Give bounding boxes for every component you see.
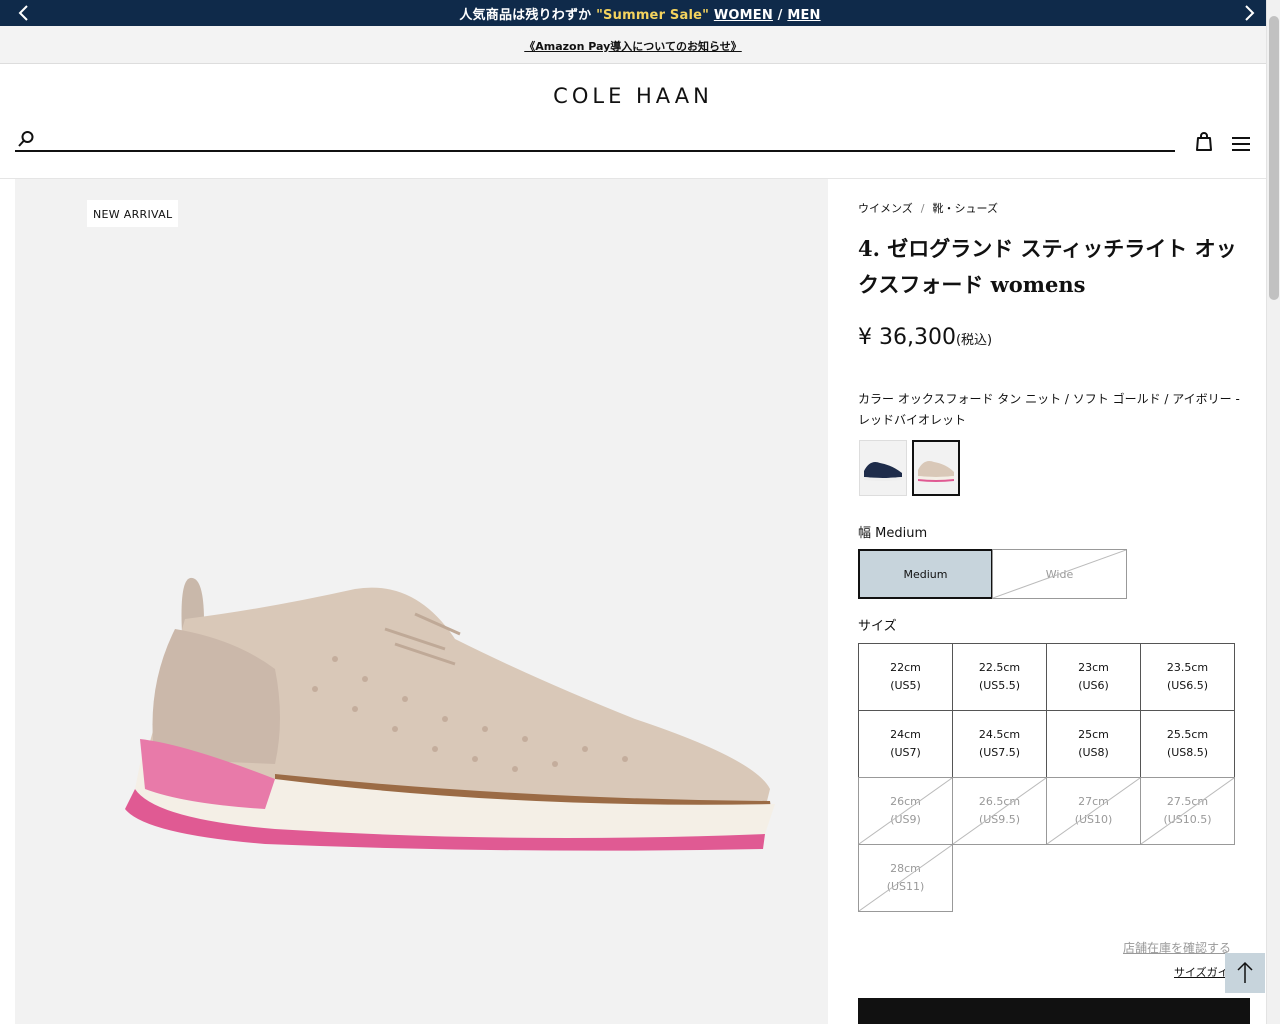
size-cm: 23cm: [1078, 661, 1109, 674]
size-option[interactable]: 24cm (US7): [858, 710, 953, 778]
breadcrumb: ウイメンズ / 靴・シューズ: [858, 200, 998, 216]
size-option[interactable]: 23cm (US6): [1046, 643, 1141, 711]
breadcrumb-separator: /: [920, 202, 925, 215]
page-scrollbar[interactable]: [1266, 0, 1280, 1024]
chevron-right-icon[interactable]: [1239, 3, 1259, 23]
size-us: (US6): [1078, 679, 1109, 692]
size-us: (US5): [890, 679, 921, 692]
size-option[interactable]: 24.5cm (US7.5): [952, 710, 1047, 778]
size-us: (US8.5): [1166, 746, 1209, 759]
arrow-up-icon: [1237, 961, 1253, 983]
size-cm: 26.5cm: [978, 795, 1021, 808]
size-us: (US6.5): [1166, 679, 1209, 692]
add-to-cart-button[interactable]: [858, 998, 1250, 1024]
search-icon[interactable]: [17, 130, 35, 148]
size-us: (US5.5): [978, 679, 1021, 692]
size-cm: 23.5cm: [1166, 661, 1209, 674]
size-option[interactable]: 26cm (US9): [858, 777, 953, 845]
size-option[interactable]: 27cm (US10): [1046, 777, 1141, 845]
width-label: 幅 Medium: [858, 526, 928, 541]
size-option[interactable]: 28cm (US11): [858, 844, 953, 912]
shopping-bag-icon[interactable]: [1195, 132, 1213, 156]
size-us: (US10.5): [1163, 813, 1212, 826]
size-us: (US11): [886, 880, 925, 893]
size-cm: 25.5cm: [1166, 728, 1209, 741]
size-us: (US9.5): [978, 813, 1021, 826]
promo-prefix: 人気商品は残りわずか: [459, 8, 597, 23]
size-option[interactable]: 25cm (US8): [1046, 710, 1141, 778]
new-arrival-badge: NEW ARRIVAL: [87, 200, 179, 227]
promo-text: 人気商品は残りわずか "Summer Sale" WOMEN / MEN: [0, 4, 1280, 23]
size-cm: 25cm: [1078, 728, 1109, 741]
size-us: (US9): [890, 813, 921, 826]
size-label: サイズ: [858, 619, 897, 634]
size-option[interactable]: 22.5cm (US5.5): [952, 643, 1047, 711]
promo-separator: /: [772, 8, 788, 23]
price-value: ¥ 36,300: [858, 325, 956, 350]
size-guide-link[interactable]: サイズガイ: [1174, 964, 1229, 980]
product-image-gallery[interactable]: NEW ARRIVAL: [15, 179, 828, 1024]
size-us: (US8): [1078, 746, 1109, 759]
product-image-shoe[interactable]: [115, 569, 795, 869]
size-option[interactable]: 26.5cm (US9.5): [952, 777, 1047, 845]
product-title: 4. ゼログランド スティッチライト オックスフォード womens: [858, 236, 1237, 297]
back-to-top-button[interactable]: [1225, 953, 1265, 993]
size-option[interactable]: 25.5cm (US8.5): [1140, 710, 1235, 778]
promo-women-link[interactable]: WOMEN: [714, 8, 773, 23]
size-cm: 27cm: [1078, 795, 1109, 808]
width-option-medium[interactable]: Medium: [858, 549, 993, 599]
brand-logo[interactable]: COLE HAAN: [0, 84, 1266, 108]
promo-sale: "Summer Sale": [596, 8, 710, 23]
amazon-pay-notice-link[interactable]: 《Amazon Pay導入についてのお知らせ》: [0, 38, 1266, 54]
product-price: ¥ 36,300(税込): [858, 325, 992, 350]
size-cm: 22cm: [890, 661, 921, 674]
width-option-wide[interactable]: Wide: [992, 549, 1127, 599]
color-swatch-tan[interactable]: [912, 440, 960, 496]
breadcrumb-womens[interactable]: ウイメンズ: [858, 202, 913, 215]
search-input[interactable]: [41, 128, 1161, 150]
breadcrumb-shoes[interactable]: 靴・シューズ: [933, 202, 998, 215]
hamburger-menu-icon[interactable]: [1232, 136, 1250, 156]
check-store-stock-link[interactable]: 店舗在庫を確認する: [1123, 939, 1231, 956]
size-option[interactable]: 22cm (US5): [858, 643, 953, 711]
size-option[interactable]: 23.5cm (US6.5): [1140, 643, 1235, 711]
size-us: (US7): [890, 746, 921, 759]
promo-men-link[interactable]: MEN: [787, 8, 820, 23]
color-label: カラー オックスフォード タン ニット / ソフト ゴールド / アイボリー -…: [858, 392, 1240, 427]
notice-bar: 《Amazon Pay導入についてのお知らせ》: [0, 26, 1266, 64]
search-bar: [15, 128, 1175, 152]
size-cm: 24.5cm: [978, 728, 1021, 741]
promo-bar: 人気商品は残りわずか "Summer Sale" WOMEN / MEN: [0, 0, 1280, 26]
size-cm: 22.5cm: [978, 661, 1021, 674]
size-option[interactable]: 27.5cm (US10.5): [1140, 777, 1235, 845]
color-swatch-navy[interactable]: [859, 440, 907, 496]
size-cm: 28cm: [890, 862, 921, 875]
width-option-wide-label: Wide: [1045, 567, 1074, 581]
scrollbar-thumb[interactable]: [1269, 16, 1279, 300]
size-cm: 24cm: [890, 728, 921, 741]
size-us: (US7.5): [978, 746, 1021, 759]
size-cm: 26cm: [890, 795, 921, 808]
price-tax-note: (税込): [955, 333, 993, 348]
size-cm: 27.5cm: [1166, 795, 1209, 808]
size-us: (US10): [1074, 813, 1113, 826]
